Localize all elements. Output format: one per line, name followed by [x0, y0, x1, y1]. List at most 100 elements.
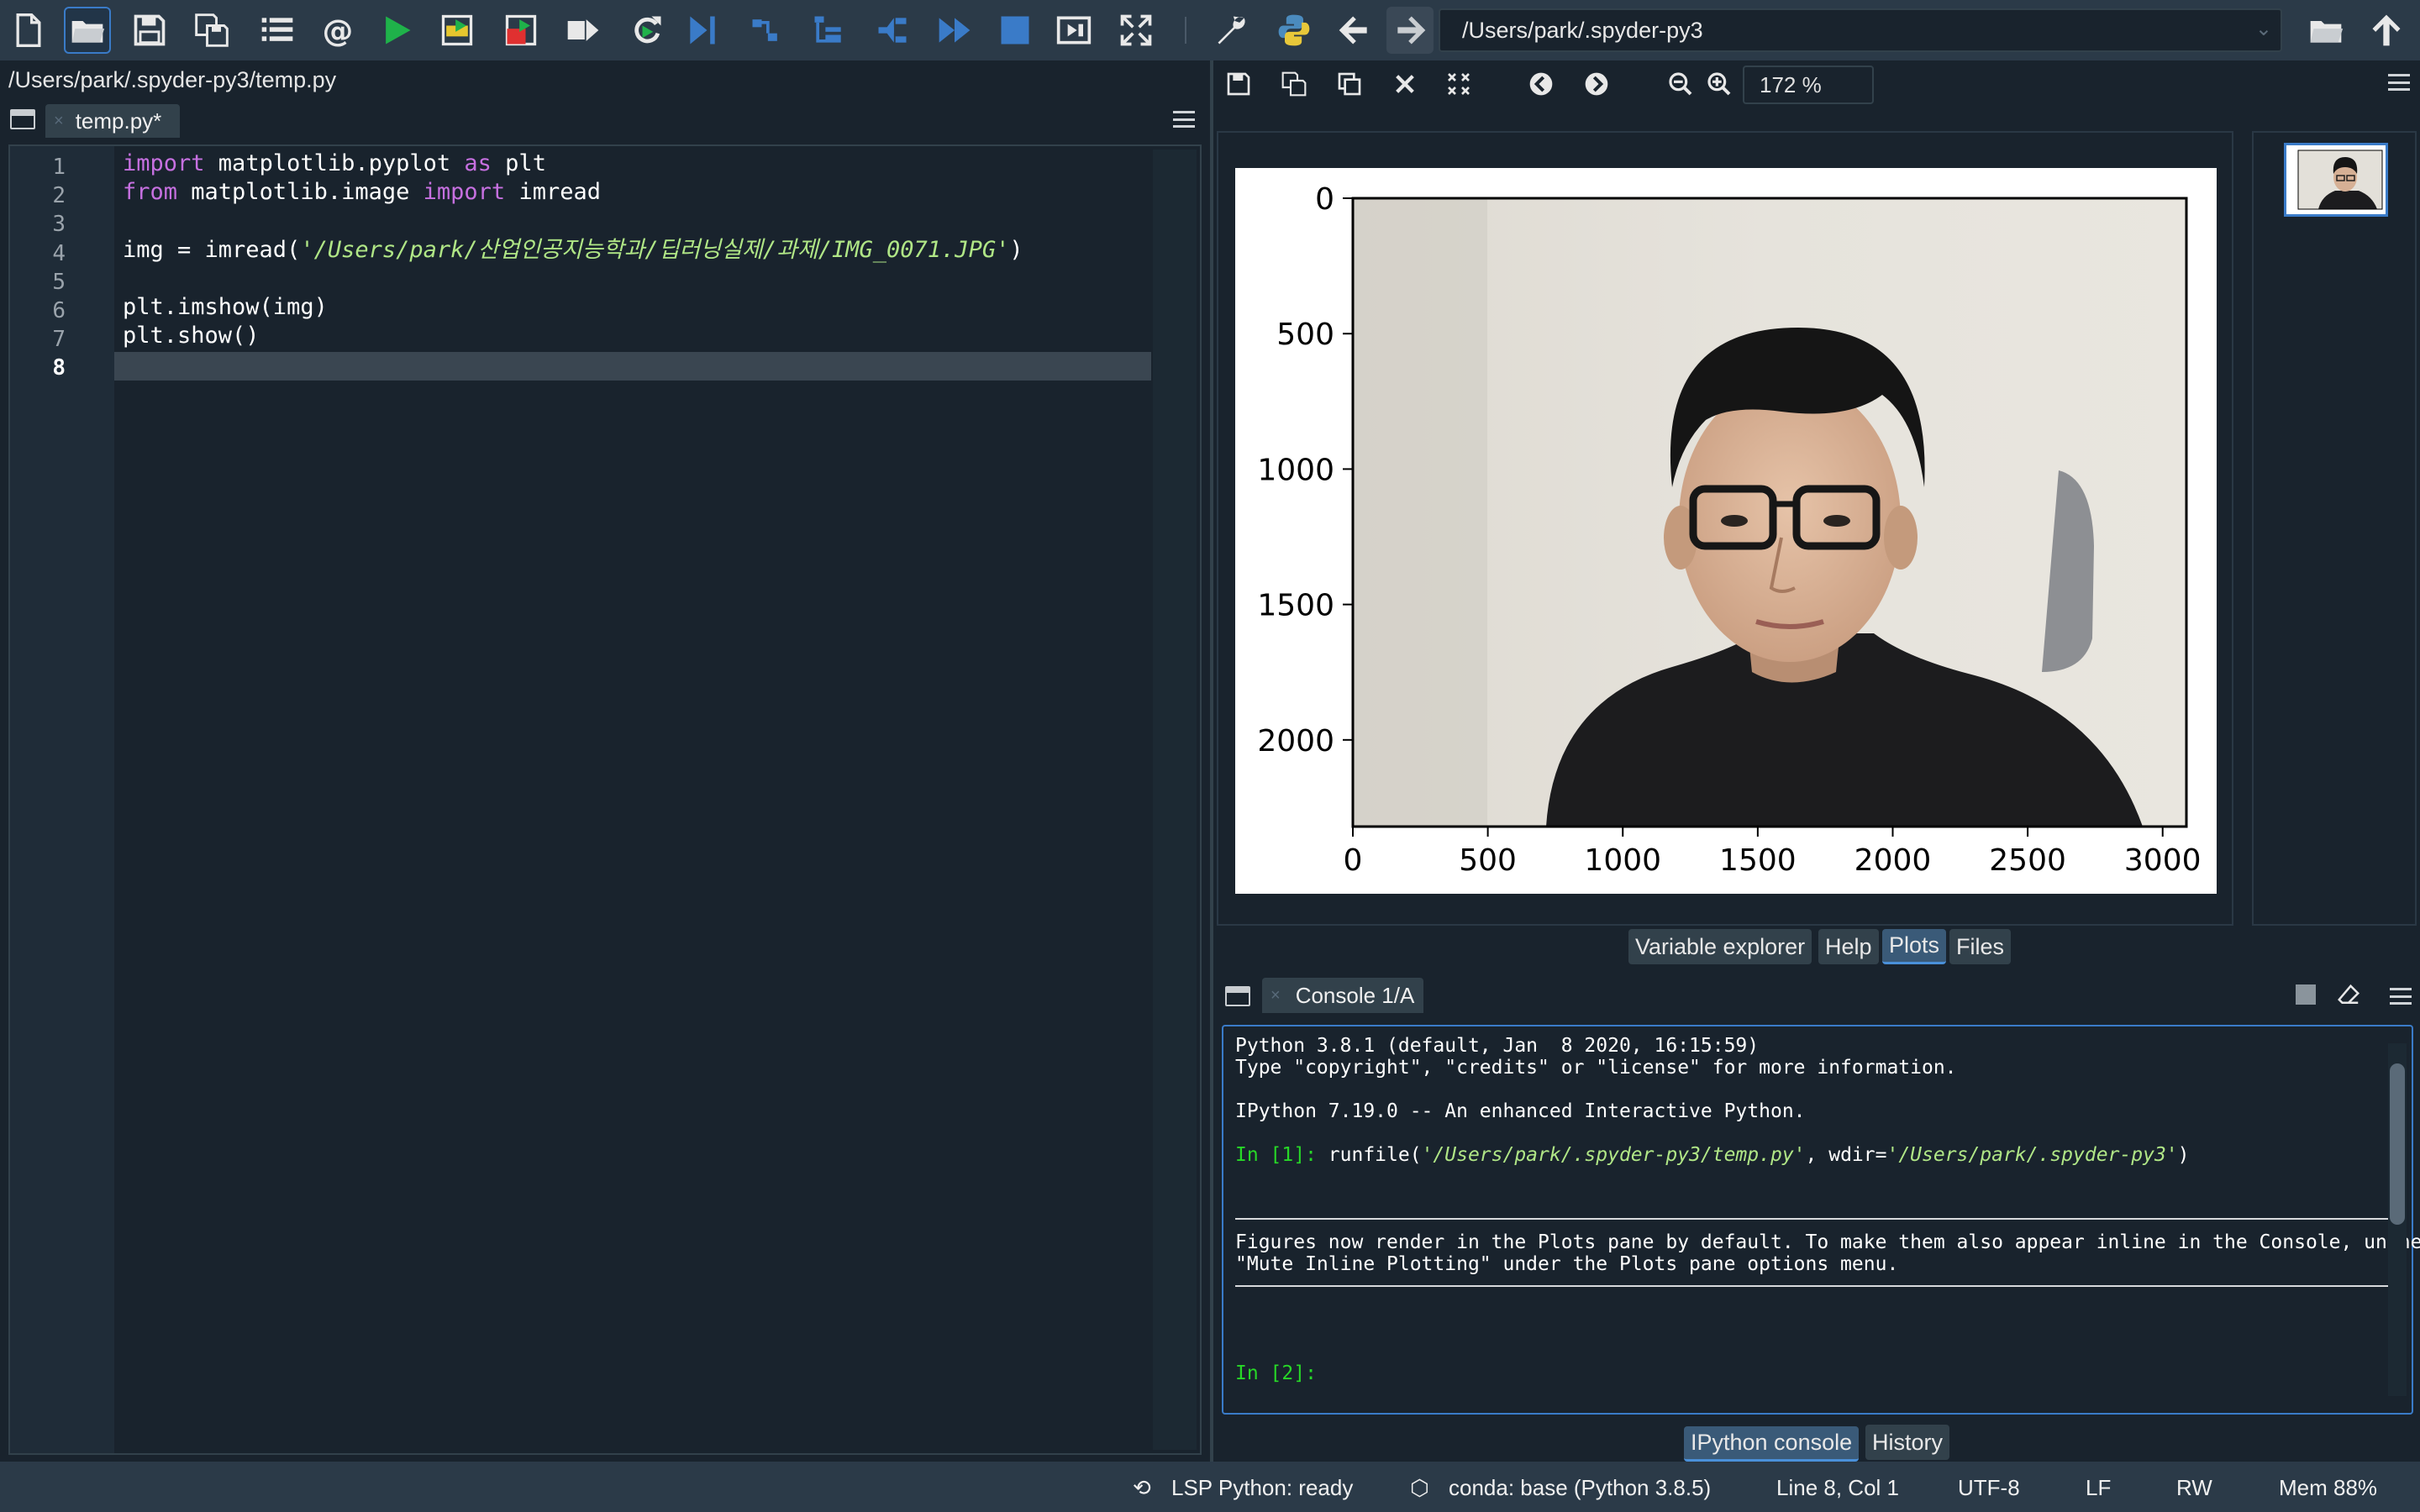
code-token: plt.show() [123, 323, 260, 349]
line-number: 8 [52, 355, 66, 381]
close-plot-icon[interactable] [1390, 69, 1420, 99]
pane-splitter[interactable] [1210, 60, 1213, 1462]
run-cell-icon[interactable] [434, 7, 481, 54]
clear-console-icon[interactable] [2336, 983, 2361, 1008]
code-line[interactable]: img = imread('/Users/park/산업인공지능학과/딥러닝실제… [123, 236, 1023, 265]
console-cmd-part: ) [2177, 1144, 2190, 1166]
plot-thumbnails-panel [2252, 131, 2417, 926]
x-tick-label: 1500 [1719, 843, 1797, 878]
run-icon[interactable] [373, 7, 420, 54]
new-file-icon[interactable] [5, 7, 52, 54]
at-icon[interactable]: @ [314, 7, 361, 54]
line-number: 7 [52, 327, 66, 353]
back-icon[interactable] [1331, 7, 1378, 54]
y-tick-label: 2000 [1257, 724, 1334, 759]
undock-pane-icon[interactable] [10, 109, 35, 129]
tab-temp-py[interactable]: × temp.py* [45, 104, 180, 138]
tab-history[interactable]: History [1865, 1425, 1950, 1460]
zoom-level-value: 172 % [1760, 71, 1822, 97]
console-message-line1: Figures now render in the Plots pane by … [1235, 1231, 2420, 1253]
close-all-plots-icon[interactable] [1444, 69, 1474, 99]
line-endings: LF [2086, 1475, 2112, 1500]
line-number: 4 [52, 240, 66, 266]
save-icon[interactable] [126, 7, 173, 54]
copy-plot-icon[interactable] [1334, 69, 1365, 99]
ipython-console[interactable]: Python 3.8.1 (default, Jan 8 2020, 16:15… [1222, 1025, 2420, 1415]
stop-kernel-icon[interactable] [2296, 984, 2316, 1005]
run-cell-advance-icon[interactable] [497, 7, 544, 54]
fullscreen-icon[interactable] [1113, 7, 1160, 54]
step-icon[interactable] [679, 7, 726, 54]
line-number: 2 [52, 183, 66, 209]
code-line[interactable]: import matplotlib.pyplot as plt [123, 150, 546, 178]
continue-icon[interactable] [869, 7, 916, 54]
code-token: plt [491, 150, 546, 176]
code-line[interactable]: plt.show() [123, 322, 260, 350]
close-tab-icon[interactable]: × [54, 112, 64, 131]
y-tick-label: 1500 [1257, 589, 1334, 623]
save-plot-icon[interactable] [1223, 69, 1254, 99]
conda-env-icon: ⬡ [1410, 1475, 1429, 1500]
console-cmd-file: '/Users/park/.spyder-py3/temp.py' [1421, 1144, 1806, 1166]
code-line[interactable]: plt.imshow(img) [123, 293, 328, 322]
console-scrollbar-thumb[interactable] [2390, 1063, 2405, 1225]
maximize-pane-icon[interactable] [1050, 7, 1097, 54]
x-tick-label: 2500 [1989, 843, 2066, 878]
line-number: 6 [52, 298, 66, 323]
code-area[interactable]: import matplotlib.pyplot as plt from matp… [123, 146, 1161, 1453]
fast-forward-icon[interactable] [931, 7, 978, 54]
tab-variable-explorer[interactable]: Variable explorer [1628, 929, 1812, 964]
code-keyword: from [123, 179, 178, 206]
console-message-line2: "Mute Inline Plotting" under the Plots p… [1235, 1253, 1899, 1275]
next-plot-icon[interactable] [1581, 69, 1612, 99]
plot-thumbnail[interactable] [2284, 143, 2388, 217]
stop-debug-icon[interactable] [992, 7, 1039, 54]
zoom-in-icon[interactable] [1704, 69, 1734, 99]
outline-icon[interactable] [254, 7, 301, 54]
undock-console-icon[interactable] [1225, 986, 1250, 1006]
console-input-2[interactable]: In [2]: [1235, 1362, 1317, 1384]
file-encoding: UTF-8 [1958, 1475, 2020, 1500]
run-selection-icon[interactable] [560, 7, 607, 54]
close-console-icon[interactable]: × [1270, 986, 1281, 1005]
forward-icon[interactable] [1386, 7, 1434, 54]
step-return-icon[interactable] [805, 7, 852, 54]
console-scrollbar[interactable] [2388, 1043, 2407, 1396]
plots-options-menu-icon[interactable] [2388, 74, 2410, 91]
console-cmd-part: , wdir= [1805, 1144, 1887, 1166]
console-prompt: In [2]: [1235, 1362, 1317, 1384]
tab-help[interactable]: Help [1818, 929, 1879, 964]
tab-console-1a[interactable]: × Console 1/A [1262, 978, 1423, 1013]
line-number-gutter: 12345678 [10, 146, 114, 1453]
code-keyword: as [464, 150, 492, 176]
zoom-level-field[interactable]: 172 % [1743, 66, 1874, 104]
code-token: plt.imshow(img) [123, 294, 328, 320]
y-tick-label: 0 [1315, 182, 1334, 217]
lsp-status-icon: ⟲ [1133, 1475, 1151, 1500]
previous-plot-icon[interactable] [1526, 69, 1556, 99]
tab-ipython-console[interactable]: IPython console [1684, 1426, 1860, 1462]
matplotlib-figure: 0 500 1000 1500 2000 2500 3000 0 500 1000 1500 200… [1235, 168, 2217, 894]
code-line[interactable]: from matplotlib.image import imread [123, 178, 601, 207]
zoom-out-icon[interactable] [1665, 69, 1696, 99]
console-options-menu-icon[interactable] [2390, 988, 2412, 1005]
line-number: 5 [52, 269, 66, 295]
python-path-icon[interactable] [1270, 7, 1318, 54]
working-directory-combo[interactable]: /Users/park/.spyder-py3 ⌄ [1439, 8, 2282, 52]
tab-plots[interactable]: Plots [1882, 929, 1947, 964]
debug-icon[interactable] [623, 7, 671, 54]
save-all-plots-icon[interactable] [1279, 69, 1309, 99]
code-editor[interactable]: 12345678 import matplotlib.pyplot as plt… [8, 144, 1202, 1455]
chevron-down-icon[interactable]: ⌄ [2255, 17, 2272, 41]
parent-dir-icon[interactable] [2363, 7, 2410, 54]
browse-folder-icon[interactable] [2302, 7, 2349, 54]
preferences-icon[interactable] [1208, 7, 1255, 54]
save-all-icon[interactable] [188, 7, 235, 54]
tab-files[interactable]: Files [1949, 929, 2012, 964]
editor-scrollbar[interactable] [1153, 150, 1197, 1450]
working-directory-value: /Users/park/.spyder-py3 [1462, 17, 1703, 43]
editor-options-menu-icon[interactable] [1173, 111, 1195, 128]
step-into-icon[interactable] [743, 7, 790, 54]
open-file-icon[interactable] [64, 7, 111, 54]
console-prompt: In [1]: [1235, 1144, 1317, 1166]
